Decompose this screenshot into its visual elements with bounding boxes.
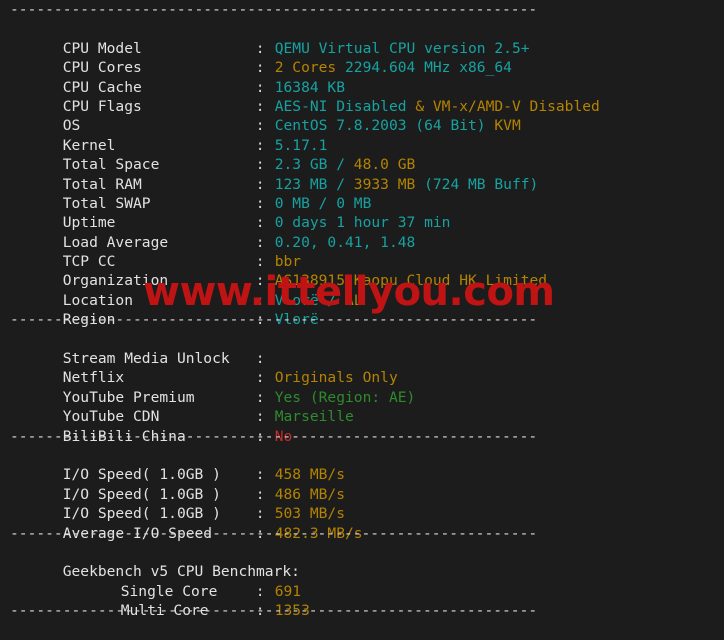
- info-row-location: Location: Vlorë / AL: [0, 271, 724, 309]
- separator-dashes: ----------------------------------------…: [10, 427, 538, 445]
- system-info-section: CPU Model: QEMU Virtual CPU version 2.5+ …: [0, 19, 724, 328]
- io-row-1: I/O Speed( 1.0GB ):458 MB/s: [0, 446, 724, 483]
- info-row-organization: Organization: AS138915 Kaopu Cloud HK Lim…: [0, 252, 724, 289]
- separator-after-io-speed: ----------------------------------------…: [0, 524, 724, 543]
- geekbench-section: Geekbench v5 CPU Benchmark: Single Core:…: [0, 543, 724, 619]
- stream-row-youtube-premium: YouTube Premium: Yes (Region: AE): [0, 368, 724, 406]
- io-row-2: I/O Speed( 1.0GB ):486 MB/s: [0, 465, 724, 503]
- separator-dashes: ----------------------------------------…: [10, 1, 538, 18]
- info-row-total-ram: Total RAM:123 MB / 3933 MB (724 MB Buff): [0, 155, 724, 193]
- info-row-total-space: Total Space:2.3 GB / 48.0 GB: [0, 136, 724, 173]
- geekbench-row-multi-core: Multi Core:1353: [0, 582, 724, 619]
- separator-dashes: ----------------------------------------…: [10, 602, 538, 620]
- io-speed-section: I/O Speed( 1.0GB ):458 MB/s I/O Speed( 1…: [0, 446, 724, 542]
- info-row-cpu-flags: CPU Flags: AES-NI Disabled & VM-x/AMD-V D…: [0, 78, 724, 115]
- stream-row-bilibili-china: BiliBili China: No: [0, 407, 724, 445]
- info-row-total-swap: Total SWAP:0 MB / 0 MB: [0, 175, 724, 212]
- info-row-cpu-cores: CPU Cores:2 Cores 2294.604 MHz x86_64: [0, 39, 724, 76]
- geekbench-heading: Geekbench v5 CPU Benchmark:: [0, 543, 724, 580]
- info-row-load-average: Load Average:0.20, 0.41, 1.48: [0, 213, 724, 251]
- info-row-cpu-model: CPU Model: QEMU Virtual CPU version 2.5+: [0, 19, 724, 57]
- stream-row-netflix: Netflix: Originals Only: [0, 349, 724, 386]
- separator-after-stream-media: ----------------------------------------…: [0, 427, 724, 446]
- info-row-uptime: Uptime:0 days 1 hour 37 min: [0, 194, 724, 231]
- separator-dashes: ----------------------------------------…: [10, 311, 538, 329]
- io-row-3: I/O Speed( 1.0GB ):503 MB/s: [0, 485, 724, 522]
- separator-dashes: ----------------------------------------…: [10, 524, 538, 542]
- separator-bottom: ----------------------------------------…: [0, 601, 724, 620]
- io-row-average: Average I/O Speed:482.3 MB/s: [0, 504, 724, 542]
- separator-after-system-info: ----------------------------------------…: [0, 310, 724, 329]
- info-row-tcp-cc: TCP CC: bbr: [0, 233, 724, 270]
- separator-top: ----------------------------------------…: [0, 0, 724, 19]
- info-row-os: OS: CentOS 7.8.2003 (64 Bit) KVM: [0, 97, 724, 134]
- stream-media-section: Stream Media Unlock: Netflix: Originals O…: [0, 330, 724, 445]
- terminal-output: ----------------------------------------…: [0, 0, 724, 619]
- stream-row-header: Stream Media Unlock:: [0, 330, 724, 367]
- geekbench-row-single-core: Single Core:691: [0, 562, 724, 600]
- stream-row-youtube-cdn: YouTube CDN: Marseille: [0, 388, 724, 425]
- info-row-region: Region: Vlorë: [0, 291, 724, 328]
- info-row-kernel: Kernel:5.17.1: [0, 116, 724, 154]
- info-row-cpu-cache: CPU Cache:16384 KB: [0, 58, 724, 96]
